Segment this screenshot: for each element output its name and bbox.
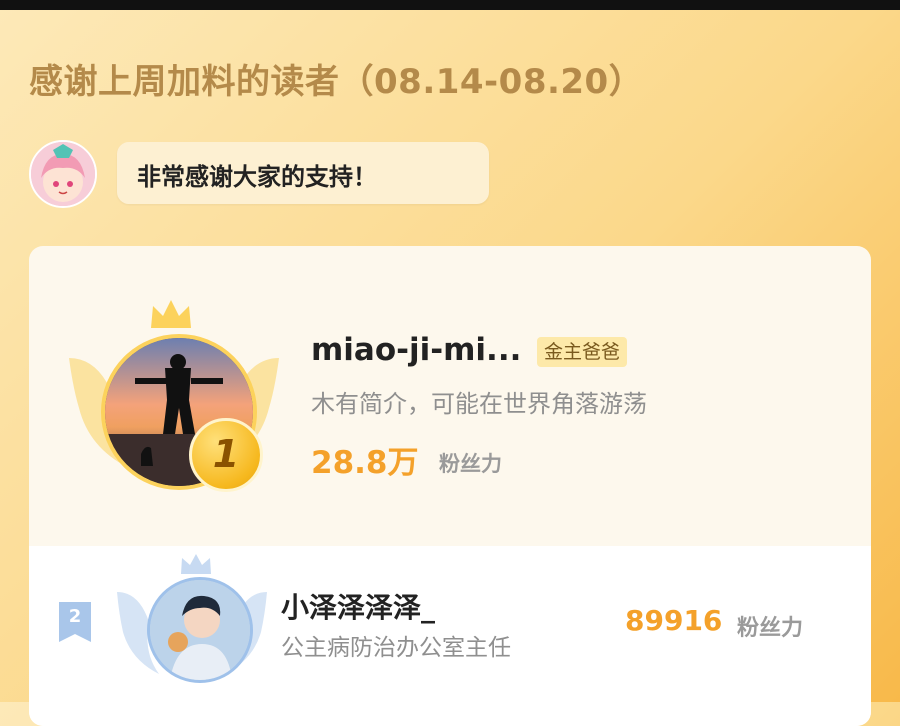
- fans-label: 粉丝力: [737, 616, 804, 641]
- fans-label: 粉丝力: [439, 452, 502, 476]
- rank-ribbon-2: 2: [59, 602, 91, 642]
- crown-icon: [151, 300, 191, 328]
- page-title: 感谢上周加料的读者（08.14-08.20）: [29, 62, 644, 102]
- user-tag: 金主爸爸: [537, 337, 628, 367]
- rank-badge-gold: 1: [189, 418, 263, 492]
- rank-number: 2: [68, 606, 82, 627]
- message-bubble: 非常感谢大家的支持！: [117, 142, 489, 204]
- user-name[interactable]: miao-ji-mi...: [311, 332, 521, 368]
- crown-icon: [181, 554, 211, 574]
- fans-value: 89916: [625, 604, 723, 637]
- user-bio: 木有简介，可能在世界角落游荡: [311, 390, 647, 418]
- ranking-card: 1 miao-ji-mi... 金主爸爸 木有简介，可能在世界角落游荡 28.8…: [29, 246, 871, 726]
- user-name[interactable]: 小泽泽泽泽_: [281, 586, 435, 626]
- user-avatar[interactable]: [147, 577, 253, 683]
- mascot-avatar-icon: [29, 140, 97, 208]
- top-bar: [0, 0, 900, 10]
- message-text: 非常感谢大家的支持！: [137, 163, 377, 191]
- rank-number: 1: [212, 432, 240, 476]
- fans-value: 28.8万: [311, 445, 419, 481]
- user-bio: 公主病防治办公室主任: [281, 635, 511, 661]
